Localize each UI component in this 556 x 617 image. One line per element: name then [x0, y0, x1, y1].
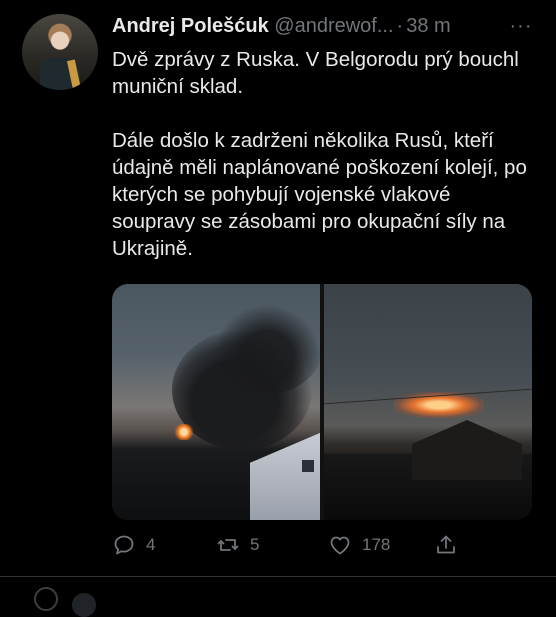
retweet-count: 5: [250, 535, 260, 554]
next-tweet-peek: [0, 577, 556, 617]
tweet-media: [112, 284, 532, 520]
author-handle[interactable]: @andrewof...: [274, 15, 393, 37]
like-count: 178: [362, 535, 391, 554]
next-tweet-avatar: [72, 593, 96, 617]
photo-fire: [174, 424, 194, 440]
tweet[interactable]: Andrej Polešćuk @andrewof... · 38 m ··· Dv…: [0, 0, 556, 617]
tweet-paragraph-2: Dále došlo k zadrženi několika Rusů, kte…: [112, 129, 527, 260]
more-icon[interactable]: ···: [508, 12, 534, 40]
share-icon: [437, 535, 455, 554]
heart-icon: [330, 536, 350, 555]
tweet-time[interactable]: 38 m: [406, 15, 450, 37]
reply-count: 4: [146, 535, 156, 554]
photo-window: [302, 460, 314, 472]
tweet-text: Dvě zprávy z Ruska. V Belgorodu prý bouc…: [112, 46, 532, 262]
tweet-actions: 4 5 178: [112, 528, 532, 562]
media-photo-left[interactable]: [112, 284, 320, 520]
next-tweet-icon: [34, 587, 58, 611]
author-avatar[interactable]: [22, 14, 98, 90]
media-photo-right[interactable]: [324, 284, 532, 520]
like-button[interactable]: 178: [328, 528, 390, 562]
retweet-button[interactable]: 5: [216, 528, 259, 562]
header-separator: ·: [396, 15, 404, 37]
retweet-icon: [217, 539, 239, 551]
tweet-paragraph-1: Dvě zprávy z Ruska. V Belgorodu prý bouc…: [112, 48, 519, 98]
share-button[interactable]: [434, 528, 458, 562]
tweet-header: Andrej Polešćuk @andrewof... · 38 m: [112, 12, 451, 40]
reply-icon: [114, 535, 134, 555]
photo-smoke-upper: [212, 304, 320, 394]
reply-button[interactable]: 4: [112, 528, 155, 562]
photo-roof: [412, 420, 522, 480]
author-name[interactable]: Andrej Polešćuk: [112, 15, 269, 37]
